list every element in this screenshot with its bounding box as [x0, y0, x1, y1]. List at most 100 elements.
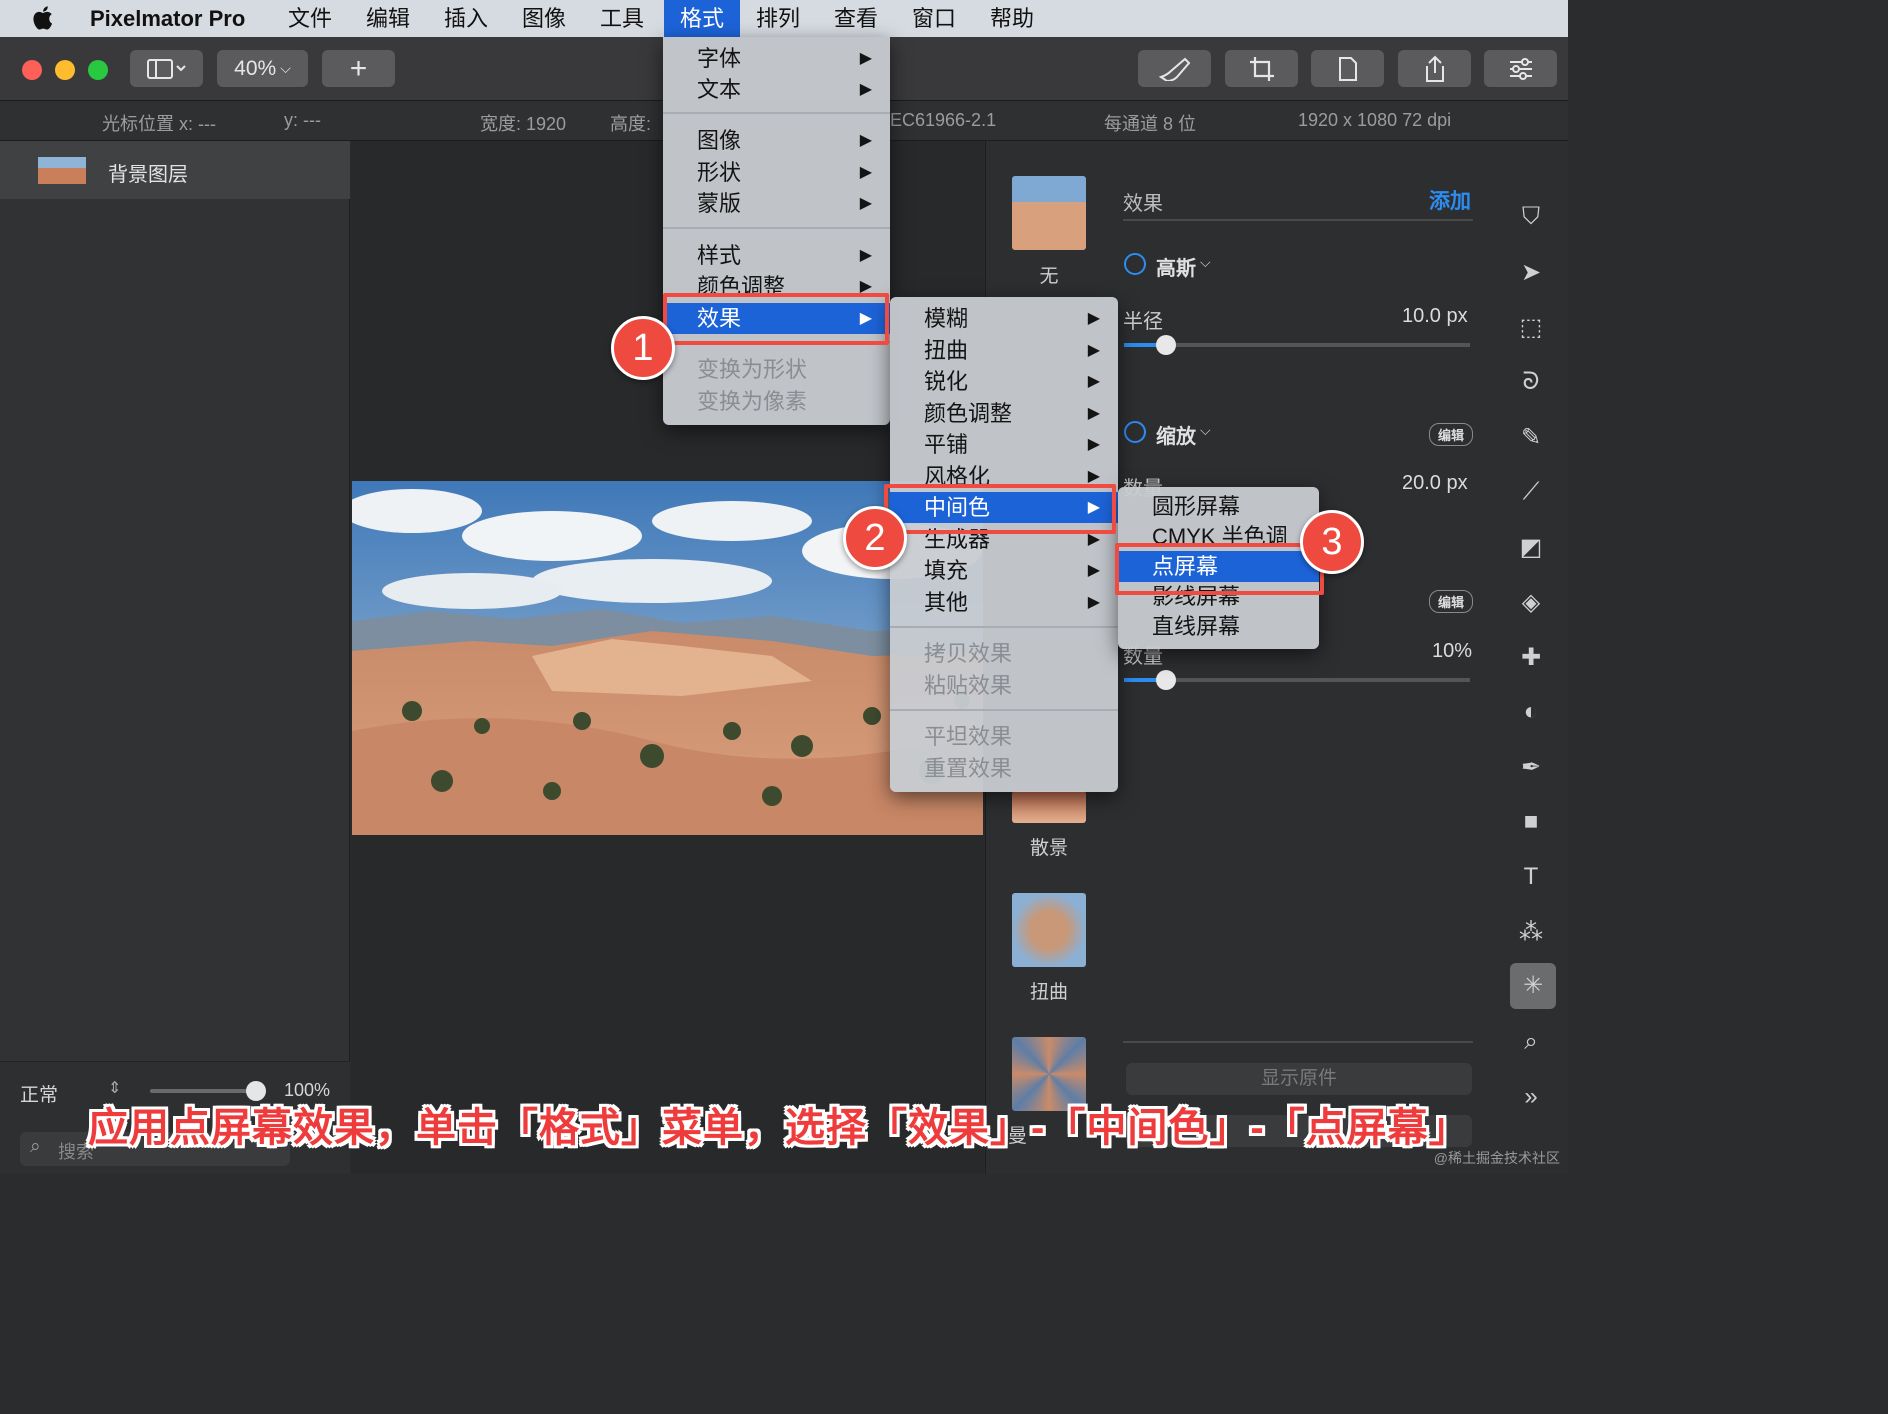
layer-row[interactable]: 背景图层: [0, 141, 350, 199]
menu-item-paste-effects[interactable]: 粘贴效果: [890, 670, 1118, 701]
menu-item-copy-effects[interactable]: 拷贝效果: [890, 638, 1118, 669]
menu-window[interactable]: 窗口: [900, 0, 968, 37]
bandage-icon[interactable]: ✚: [1516, 643, 1546, 673]
menu-item-reset-effects[interactable]: 重置效果: [890, 753, 1118, 784]
amount-slider[interactable]: [1124, 670, 1470, 690]
menu-format[interactable]: 格式: [664, 0, 740, 37]
rect-select-icon[interactable]: ⬚: [1516, 313, 1546, 343]
gaussian-effect-name[interactable]: 高斯: [1156, 252, 1196, 281]
shape-icon[interactable]: ■: [1516, 808, 1546, 838]
radius-slider[interactable]: [1124, 335, 1470, 355]
menu-item-sharpen[interactable]: 锐化 ▶: [890, 366, 1118, 397]
menu-item-label: 模糊: [924, 306, 969, 331]
eyedropper-icon[interactable]: ✎: [1516, 423, 1546, 453]
menu-view[interactable]: 查看: [822, 0, 890, 37]
menu-item-fill[interactable]: 填充 ▶: [890, 555, 1118, 586]
pen-icon[interactable]: ✒: [1516, 753, 1546, 783]
add-button[interactable]: +: [322, 50, 395, 87]
adjustments-button[interactable]: [1484, 50, 1557, 87]
zoom-select[interactable]: 40% ⌵: [217, 50, 308, 87]
menu-item-color-adjust[interactable]: 颜色调整 ▶: [890, 398, 1118, 429]
eraser-icon[interactable]: ◈: [1516, 588, 1546, 618]
edit-zoom-button[interactable]: 编辑: [1429, 423, 1474, 446]
menu-item-label: 填充: [924, 558, 969, 583]
add-effect-button[interactable]: 添加: [1429, 185, 1471, 215]
paintbrush-icon[interactable]: ⟋: [1516, 478, 1546, 508]
menu-edit[interactable]: 编辑: [354, 0, 422, 37]
close-window-button[interactable]: [22, 60, 42, 80]
submenu-arrow-icon: ▶: [859, 164, 872, 181]
menu-item-blur[interactable]: 模糊 ▶: [890, 303, 1118, 334]
apple-icon[interactable]: [30, 4, 58, 32]
crop-button[interactable]: [1225, 50, 1298, 87]
menu-item-convert-to-shape[interactable]: 变换为形状: [663, 354, 890, 385]
amount-value: 20.0 px: [1402, 472, 1468, 494]
sidebar-icon: [146, 58, 186, 79]
menu-item-convert-to-pixels[interactable]: 变换为像素: [663, 386, 890, 417]
menu-app-name[interactable]: Pixelmator Pro: [78, 0, 257, 37]
blend-mode-select[interactable]: 正常: [20, 1080, 58, 1107]
menu-item-font[interactable]: 字体 ▶: [663, 43, 890, 74]
preset-bokeh-thumbnail[interactable]: [1012, 791, 1086, 823]
opacity-slider[interactable]: [150, 1081, 266, 1101]
menu-item-shape[interactable]: 形状 ▶: [663, 157, 890, 188]
menu-arrange[interactable]: 排列: [744, 0, 812, 37]
gaussian-toggle[interactable]: [1124, 253, 1146, 275]
preset-none-thumbnail[interactable]: [1012, 176, 1086, 250]
menu-image[interactable]: 图像: [510, 0, 578, 37]
preset-distort-label: 扭曲: [1029, 982, 1068, 1003]
show-original-button[interactable]: 显示原件: [1126, 1063, 1472, 1095]
arrow-select-icon[interactable]: ➤: [1516, 258, 1546, 288]
text-tool-icon[interactable]: T: [1516, 863, 1546, 893]
cursor-y-readout: y: ---: [284, 110, 321, 130]
menu-file[interactable]: 文件: [276, 0, 344, 37]
menu-item-line-screen[interactable]: 直线屏幕: [1118, 611, 1319, 642]
menu-item-image[interactable]: 图像 ▶: [663, 125, 890, 156]
magnifier-icon[interactable]: ⌕: [1516, 1028, 1546, 1058]
radius-slider-knob[interactable]: [1155, 335, 1176, 355]
menu-item-label: 文本: [697, 77, 742, 102]
edit-effect-button[interactable]: 编辑: [1429, 590, 1474, 613]
menu-item-label: 其他: [924, 590, 969, 615]
paint-bucket-icon[interactable]: ⛉: [1516, 203, 1546, 233]
lasso-icon[interactable]: ᘐ: [1516, 368, 1546, 398]
color-adjust-icon[interactable]: ⁂: [1516, 918, 1546, 948]
menu-item-mask[interactable]: 蒙版 ▶: [663, 188, 890, 219]
zoom-effect-name[interactable]: 缩放: [1156, 420, 1196, 449]
menu-item-label: 变换为形状: [697, 357, 808, 382]
chevron-down-icon[interactable]: ⌵: [1200, 422, 1211, 439]
chevron-down-icon[interactable]: ⌵: [1200, 254, 1211, 271]
share-button[interactable]: [1398, 50, 1471, 87]
submenu-arrow-icon: ▶: [1087, 310, 1100, 327]
more-tools-icon[interactable]: »: [1516, 1083, 1546, 1113]
submenu-arrow-icon: ▶: [1087, 342, 1100, 359]
clone-icon[interactable]: ◐: [1516, 698, 1546, 728]
cursor-x-readout: 光标位置 x: ---: [102, 114, 216, 134]
menu-item-flatten-effects[interactable]: 平坦效果: [890, 721, 1118, 752]
menu-separator: [890, 626, 1118, 628]
export-document-button[interactable]: [1311, 50, 1384, 87]
preset-distort-thumbnail[interactable]: [1012, 893, 1086, 967]
minimize-window-button[interactable]: [55, 60, 75, 80]
submenu-arrow-icon: ▶: [1087, 594, 1100, 611]
brush-settings-button[interactable]: [1138, 50, 1211, 87]
effects-tool-icon[interactable]: ✳: [1510, 963, 1556, 1009]
step-badge-1: 1: [611, 316, 675, 380]
menu-item-text[interactable]: 文本 ▶: [663, 74, 890, 105]
amount-slider-knob[interactable]: [1155, 670, 1176, 690]
menu-help[interactable]: 帮助: [978, 0, 1046, 37]
menu-tools[interactable]: 工具: [588, 0, 656, 37]
zoom-window-button[interactable]: [88, 60, 108, 80]
menu-bar: Pixelmator Pro 文件 编辑 插入 图像 工具 格式 排列 查看 窗…: [0, 0, 1568, 37]
sidebar-toggle-button[interactable]: [130, 50, 203, 87]
menu-item-style[interactable]: 样式 ▶: [663, 240, 890, 271]
zoom-effect-toggle[interactable]: [1124, 421, 1146, 443]
highlight-box-effects: [663, 293, 889, 345]
menu-item-other[interactable]: 其他 ▶: [890, 587, 1118, 618]
menu-item-tile[interactable]: 平铺 ▶: [890, 429, 1118, 460]
gradient-icon[interactable]: ◩: [1516, 533, 1546, 563]
menu-insert[interactable]: 插入: [432, 0, 500, 37]
menu-item-circular-screen[interactable]: 圆形屏幕: [1118, 491, 1319, 522]
zoom-value: 40%: [234, 56, 277, 80]
menu-item-distort[interactable]: 扭曲 ▶: [890, 335, 1118, 366]
